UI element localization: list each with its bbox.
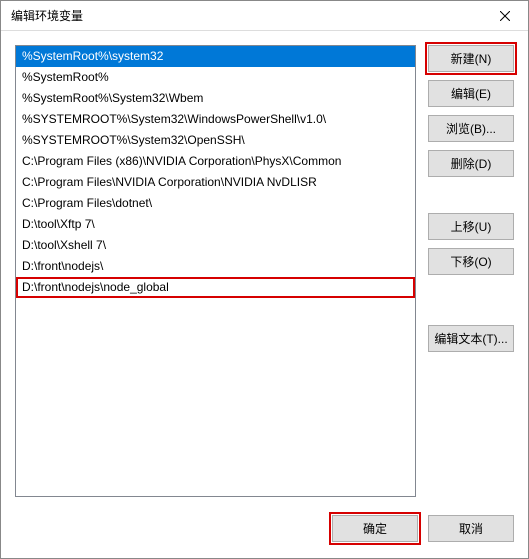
- spacer: [428, 283, 514, 317]
- content-area: %SystemRoot%\system32%SystemRoot%%System…: [1, 31, 528, 505]
- cancel-button[interactable]: 取消: [428, 515, 514, 542]
- close-button[interactable]: [482, 1, 528, 31]
- spacer: [428, 185, 514, 205]
- list-item[interactable]: D:\front\nodejs\node_global: [16, 277, 415, 298]
- footer: 确定 取消: [1, 505, 528, 558]
- browse-button[interactable]: 浏览(B)...: [428, 115, 514, 142]
- new-button[interactable]: 新建(N): [428, 45, 514, 72]
- close-icon: [500, 8, 510, 24]
- titlebar: 编辑环境变量: [1, 1, 528, 31]
- window-title: 编辑环境变量: [11, 7, 482, 24]
- list-item[interactable]: %SystemRoot%\System32\Wbem: [16, 88, 415, 109]
- list-item[interactable]: D:\front\nodejs\: [16, 256, 415, 277]
- list-item[interactable]: D:\tool\Xshell 7\: [16, 235, 415, 256]
- dialog-window: 编辑环境变量 %SystemRoot%\system32%SystemRoot%…: [0, 0, 529, 559]
- ok-button[interactable]: 确定: [332, 515, 418, 542]
- edit-button[interactable]: 编辑(E): [428, 80, 514, 107]
- move-down-button[interactable]: 下移(O): [428, 248, 514, 275]
- path-list[interactable]: %SystemRoot%\system32%SystemRoot%%System…: [15, 45, 416, 497]
- list-item[interactable]: %SystemRoot%\system32: [16, 46, 415, 67]
- list-item[interactable]: %SystemRoot%: [16, 67, 415, 88]
- button-column: 新建(N) 编辑(E) 浏览(B)... 删除(D) 上移(U) 下移(O) 编…: [428, 45, 514, 497]
- list-item[interactable]: %SYSTEMROOT%\System32\OpenSSH\: [16, 130, 415, 151]
- move-up-button[interactable]: 上移(U): [428, 213, 514, 240]
- list-item[interactable]: %SYSTEMROOT%\System32\WindowsPowerShell\…: [16, 109, 415, 130]
- list-item[interactable]: D:\tool\Xftp 7\: [16, 214, 415, 235]
- list-item[interactable]: C:\Program Files (x86)\NVIDIA Corporatio…: [16, 151, 415, 172]
- list-item[interactable]: C:\Program Files\NVIDIA Corporation\NVID…: [16, 172, 415, 193]
- delete-button[interactable]: 删除(D): [428, 150, 514, 177]
- list-item[interactable]: C:\Program Files\dotnet\: [16, 193, 415, 214]
- edit-text-button[interactable]: 编辑文本(T)...: [428, 325, 514, 352]
